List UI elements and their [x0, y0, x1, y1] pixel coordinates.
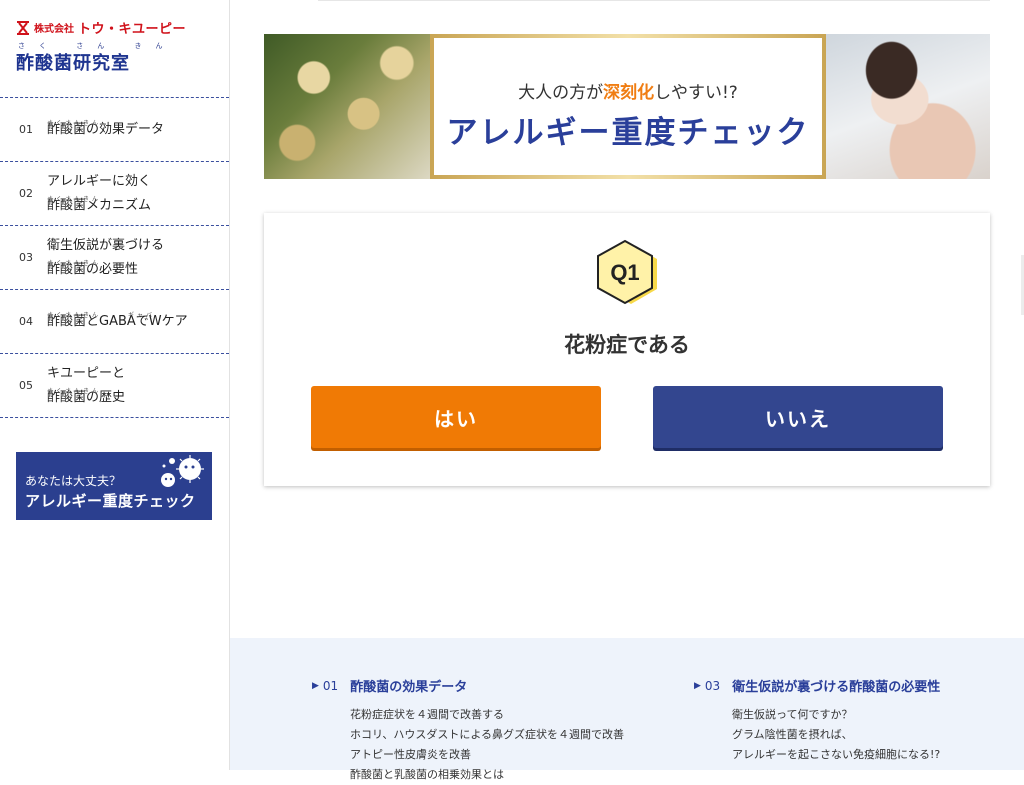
footer-link[interactable]: アトピー性皮膚炎を改善	[350, 745, 624, 765]
quiz-card: Q1 花粉症である はい いいえ	[264, 213, 990, 486]
nav-ruby: さくさんきん ギャバ	[47, 311, 156, 319]
footer-column-03: ▶ 03 衛生仮説が裏づける酢酸菌の必要性 衛生仮説って何ですか？ グラム陰性菌…	[694, 676, 940, 765]
footer-heading[interactable]: ▶ 01 酢酸菌の効果データ	[312, 676, 624, 696]
nav-ruby: さくさんきん	[47, 259, 102, 267]
corp-label: 株式会社	[34, 24, 74, 35]
nav-number: 05	[19, 379, 33, 392]
footer-title: 酢酸菌の効果データ	[350, 680, 468, 695]
hero-highlight: 深刻化	[603, 83, 655, 103]
nav-ruby: さくさんきん	[47, 195, 102, 203]
brand-name: トウ・キユーピー	[78, 22, 187, 37]
yes-button[interactable]: はい	[311, 386, 601, 448]
nav-number: 02	[19, 187, 33, 200]
hero-frame: 大人の方が深刻化しやすい!? アレルギー重度チェック	[430, 34, 826, 179]
footer-heading[interactable]: ▶ 03 衛生仮説が裏づける酢酸菌の必要性	[694, 676, 941, 696]
nav-item-01[interactable]: 01 さくさんきん 酢酸菌の効果データ	[0, 97, 229, 161]
footer-num: 03	[704, 678, 721, 693]
footer-links: 衛生仮説って何ですか？ グラム陰性菌を摂れば、 アレルギーを起こさない免疫細胞に…	[732, 705, 940, 765]
nav-item-04[interactable]: 04 さくさんきん ギャバ 酢酸菌とGABAでWケア	[0, 289, 229, 353]
site-logo[interactable]: 株式会社 トウ・キユーピー さく さん きん 酢酸菌研究室	[16, 18, 186, 75]
footer-link[interactable]: ホコリ、ハウスダストによる鼻グズ症状を４週間で改善	[350, 725, 624, 745]
footer-column-01: ▶ 01 酢酸菌の効果データ 花粉症症状を４週間で改善する ホコリ、ハウスダスト…	[312, 676, 624, 785]
nav-ruby: さくさんきん	[47, 119, 102, 127]
footer-link[interactable]: アレルギーを起こさない免疫細胞になる!?	[732, 745, 940, 765]
caret-right-icon: ▶	[312, 680, 319, 691]
nav-number: 03	[19, 251, 33, 264]
nav-item-05[interactable]: 05 キユーピーと さくさんきん 酢酸菌の歴史	[0, 353, 229, 418]
question-text: 花粉症である	[564, 333, 690, 357]
footer-links: 花粉症症状を４週間で改善する ホコリ、ハウスダストによる鼻グズ症状を４週間で改善…	[350, 705, 624, 785]
question-hexagon-icon: Q1	[597, 239, 657, 305]
hero-banner: 大人の方が深刻化しやすい!? アレルギー重度チェック	[264, 34, 990, 179]
nav-label: 衛生仮説が裏づける さくさんきん 酢酸菌の必要性	[47, 234, 164, 282]
nav-item-03[interactable]: 03 衛生仮説が裏づける さくさんきん 酢酸菌の必要性	[0, 225, 229, 289]
nav-ruby: さくさんきん	[47, 387, 102, 395]
top-divider	[318, 0, 990, 1]
sidebar: 株式会社 トウ・キユーピー さく さん きん 酢酸菌研究室 01 さくさんきん酢…	[0, 0, 230, 770]
footer-title: 衛生仮説が裏づける酢酸菌の必要性	[732, 680, 941, 695]
footer-sitemap: ▶ 01 酢酸菌の効果データ 花粉症症状を４週間で改善する ホコリ、ハウスダスト…	[230, 638, 1024, 781]
nav-label: さくさんきん ギャバ 酢酸菌とGABAでWケア	[47, 310, 188, 334]
nav-number: 04	[19, 315, 33, 328]
footer-link[interactable]: 衛生仮説って何ですか？	[732, 705, 940, 725]
banner-subtitle: あなたは大丈夫？	[25, 474, 122, 488]
footer-link[interactable]: 花粉症症状を４週間で改善する	[350, 705, 624, 725]
nav-item-02[interactable]: 02 アレルギーに効く さくさんきん 酢酸菌メカニズム	[0, 161, 229, 225]
nav-number: 01	[19, 123, 33, 136]
lab-title: 酢酸菌研究室	[16, 53, 130, 74]
hero-box: 大人の方が深刻化しやすい!? アレルギー重度チェック	[434, 38, 822, 175]
caret-right-icon: ▶	[694, 680, 701, 691]
footer-link[interactable]: グラム陰性菌を摂れば、	[732, 725, 940, 745]
nav-label: さくさんきん 酢酸菌の効果データ	[47, 118, 164, 142]
mother-child-image	[826, 34, 990, 179]
hero-title: アレルギー重度チェック	[446, 115, 810, 151]
no-button[interactable]: いいえ	[653, 386, 943, 448]
sidebar-nav: 01 さくさんきん 酢酸菌の効果データ 02 アレルギーに効く さくさんきん 酢酸菌…	[0, 97, 229, 418]
question-number: Q1	[610, 260, 639, 285]
allergy-check-banner[interactable]: あなたは大丈夫？ アレルギー重度チェック	[16, 452, 212, 520]
nav-label: キユーピーと さくさんきん 酢酸菌の歴史	[47, 362, 125, 410]
footer-link[interactable]: 酢酸菌と乳酸菌の相乗効果とは	[350, 765, 624, 785]
pollen-cedar-image	[264, 34, 430, 179]
nav-label: アレルギーに効く さくさんきん 酢酸菌メカニズム	[47, 170, 151, 218]
kewpie-mark-icon	[17, 20, 29, 35]
footer-num: 01	[322, 678, 339, 693]
hero-subtitle: 大人の方が深刻化しやすい!?	[518, 83, 738, 103]
banner-title: アレルギー重度チェック	[25, 492, 196, 510]
